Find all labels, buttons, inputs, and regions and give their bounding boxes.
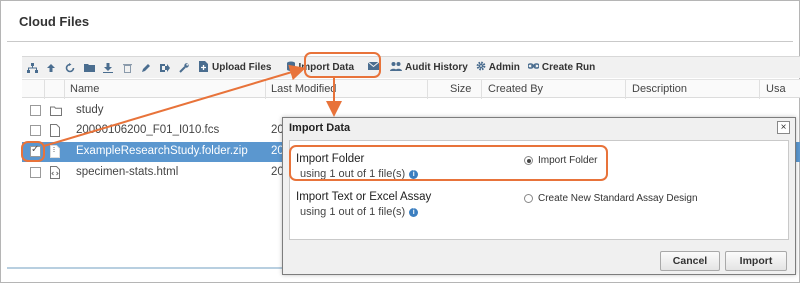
move-icon[interactable] <box>156 59 174 77</box>
file-plus-icon <box>199 60 209 75</box>
column-separator <box>625 80 626 99</box>
column-separator <box>481 80 482 99</box>
file-icon <box>50 124 60 137</box>
title-divider <box>7 41 793 42</box>
radio-button[interactable] <box>524 194 533 203</box>
download-icon[interactable] <box>99 59 117 77</box>
column-separator <box>427 80 428 99</box>
upload-files-label: Upload Files <box>212 62 272 73</box>
create-run-button[interactable]: Create Run <box>524 59 599 77</box>
wrench-icon[interactable] <box>175 59 193 77</box>
info-icon[interactable]: i <box>409 207 419 217</box>
admin-button[interactable]: Admin <box>472 59 524 77</box>
link-icon <box>527 61 540 74</box>
column-name[interactable]: Name <box>70 83 99 95</box>
file-name: study <box>76 104 104 116</box>
radio-label: Create New Standard Assay Design <box>538 193 698 204</box>
audit-history-label: Audit History <box>405 62 468 73</box>
row-checkbox[interactable] <box>30 167 41 178</box>
file-toolbar: Upload Files Import Data Audit History A… <box>22 56 800 78</box>
html-file-icon <box>50 166 60 179</box>
gear-icon <box>476 61 486 74</box>
create-run-label: Create Run <box>541 62 596 73</box>
import-button[interactable]: Import <box>725 251 787 271</box>
option-assay-title: Import Text or Excel Assay <box>296 191 432 203</box>
database-icon <box>287 61 296 74</box>
row-checkbox[interactable] <box>30 125 41 136</box>
column-description[interactable]: Description <box>632 83 687 95</box>
file-name: 20090106200_F01_I010.fcs <box>76 124 220 136</box>
upload-files-button[interactable]: Upload Files <box>195 59 275 77</box>
grid-header: Name Last Modified Size Created By Descr… <box>22 79 800 99</box>
import-data-dialog: Import Data × Import Folder using 1 out … <box>282 117 796 275</box>
dialog-title: Import Data <box>289 122 351 134</box>
column-separator <box>44 80 45 99</box>
option-assay-sub: using 1 out of 1 file(s) i <box>300 206 419 218</box>
callout-box-checkbox <box>21 141 45 162</box>
column-separator <box>759 80 760 99</box>
column-separator <box>64 80 65 99</box>
column-last-modified[interactable]: Last Modified <box>271 83 336 95</box>
column-separator <box>265 80 266 99</box>
file-name: specimen-stats.html <box>76 166 179 178</box>
edit-icon[interactable] <box>137 59 155 77</box>
column-created-by[interactable]: Created By <box>488 83 543 95</box>
upload-arrow-icon[interactable] <box>42 59 60 77</box>
sitemap-icon[interactable] <box>23 59 41 77</box>
audit-history-button[interactable]: Audit History <box>386 59 472 77</box>
refresh-icon[interactable] <box>61 59 79 77</box>
cancel-button[interactable]: Cancel <box>660 251 720 271</box>
new-folder-icon[interactable] <box>80 59 98 77</box>
zip-file-icon <box>50 145 60 158</box>
close-icon[interactable]: × <box>777 121 790 134</box>
callout-box-import-button <box>304 52 381 78</box>
column-size[interactable]: Size <box>450 83 471 95</box>
delete-icon[interactable] <box>118 59 136 77</box>
file-name: ExampleResearchStudy.folder.zip <box>76 145 248 157</box>
callout-box-import-folder <box>289 145 608 181</box>
radio-create-assay[interactable]: Create New Standard Assay Design <box>524 193 698 204</box>
column-usages[interactable]: Usa <box>766 83 786 95</box>
folder-icon <box>50 106 62 116</box>
row-checkbox[interactable] <box>30 105 41 116</box>
panel-title: Cloud Files <box>19 14 90 29</box>
admin-label: Admin <box>488 62 520 73</box>
file-usage-text: using 1 out of 1 file(s) <box>300 206 406 218</box>
users-icon <box>390 61 403 74</box>
